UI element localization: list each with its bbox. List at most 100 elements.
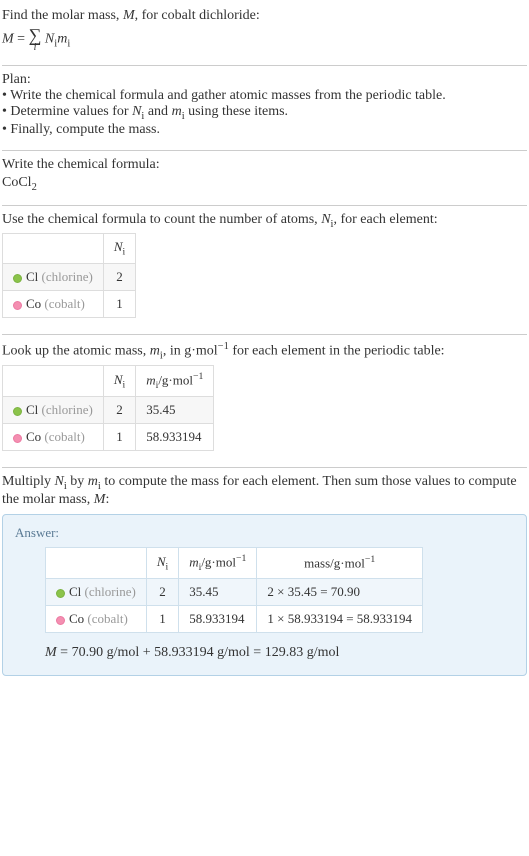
element-dot-icon bbox=[13, 407, 22, 416]
plan-section: Plan: • Write the chemical formula and g… bbox=[2, 68, 527, 148]
intro-text-b: , for cobalt dichloride: bbox=[135, 8, 260, 23]
el-name: (cobalt) bbox=[87, 611, 127, 626]
mass-text-b: , in g·mol bbox=[163, 344, 218, 359]
count-section: Use the chemical formula to count the nu… bbox=[2, 208, 527, 332]
cell-element: Co (cobalt) bbox=[3, 290, 104, 317]
hdr-Ni: i bbox=[165, 561, 168, 572]
eq-N: N bbox=[45, 32, 54, 47]
plan-b2-m: m bbox=[172, 104, 182, 119]
plan-bullet-2: • Determine values for Ni and mi using t… bbox=[2, 104, 527, 122]
hdr-Ni: i bbox=[122, 380, 125, 391]
col-mass: mass/g·mol−1 bbox=[257, 548, 423, 579]
eq-lhs: M bbox=[2, 32, 14, 47]
cell-N: 2 bbox=[103, 397, 135, 424]
hdr-mass: mass/g·mol bbox=[304, 556, 365, 571]
formula-section: Write the chemical formula: CoCl2 bbox=[2, 153, 527, 203]
mass-exp: −1 bbox=[218, 341, 229, 352]
cell-element: Cl (chlorine) bbox=[3, 263, 104, 290]
mass-text: Look up the atomic mass, mi, in g·mol−1 … bbox=[2, 341, 527, 361]
table-header-row: Ni mi/g·mol−1 mass/g·mol−1 bbox=[46, 548, 423, 579]
mass-section: Look up the atomic mass, mi, in g·mol−1 … bbox=[2, 337, 527, 465]
answer-box: Answer: Ni mi/g·mol−1 mass/g·mol−1 Cl (c… bbox=[2, 514, 527, 676]
col-element bbox=[3, 234, 104, 264]
mult-by: by bbox=[67, 474, 88, 489]
element-dot-icon bbox=[56, 589, 65, 598]
hdr-m: m bbox=[146, 373, 155, 388]
eq-equals: = bbox=[14, 32, 29, 47]
mult-a: Multiply bbox=[2, 474, 55, 489]
cell-element: Co (cobalt) bbox=[3, 424, 104, 451]
plan-b2-a: • Determine values for bbox=[2, 104, 132, 119]
final-eq: = 70.90 g/mol + 58.933194 g/mol = 129.83… bbox=[57, 645, 340, 660]
plan-b2-and: and bbox=[144, 104, 171, 119]
cell-N: 1 bbox=[103, 290, 135, 317]
final-result: M = 70.90 g/mol + 58.933194 g/mol = 129.… bbox=[45, 645, 514, 661]
table-header-row: Ni bbox=[3, 234, 136, 264]
element-dot-icon bbox=[13, 301, 22, 310]
table-row: Co (cobalt) 1 58.933194 bbox=[3, 424, 214, 451]
plan-bullet-3: • Finally, compute the mass. bbox=[2, 122, 527, 138]
hdr-unit: /g·mol bbox=[158, 373, 193, 388]
cell-N: 2 bbox=[146, 579, 178, 606]
cell-m: 35.45 bbox=[179, 579, 257, 606]
intro-equation: M = ∑i Nimi bbox=[2, 26, 527, 53]
table-header-row: Ni mi/g·mol−1 bbox=[3, 366, 214, 397]
formula-sub: 2 bbox=[32, 182, 37, 193]
table-row: Co (cobalt) 1 58.933194 1 × 58.933194 = … bbox=[46, 606, 423, 633]
el-name: (chlorine) bbox=[42, 269, 93, 284]
eq-m: m bbox=[57, 32, 67, 47]
mass-text-c: for each element in the periodic table: bbox=[229, 344, 445, 359]
count-text: Use the chemical formula to count the nu… bbox=[2, 212, 527, 230]
cell-element: Co (cobalt) bbox=[46, 606, 147, 633]
hdr-unit: /g·mol bbox=[201, 554, 236, 569]
count-text-a: Use the chemical formula to count the nu… bbox=[2, 212, 321, 227]
divider bbox=[2, 65, 527, 66]
col-element bbox=[3, 366, 104, 397]
cell-N: 1 bbox=[146, 606, 178, 633]
count-table: Ni Cl (chlorine) 2 Co (cobalt) 1 bbox=[2, 233, 136, 318]
col-N: Ni bbox=[103, 234, 135, 264]
mass-m: m bbox=[150, 344, 160, 359]
multiply-section: Multiply Ni by mi to compute the mass fo… bbox=[2, 470, 527, 680]
cell-element: Cl (chlorine) bbox=[46, 579, 147, 606]
cell-m: 58.933194 bbox=[179, 606, 257, 633]
divider bbox=[2, 205, 527, 206]
count-N: N bbox=[321, 212, 330, 227]
mult-M: M bbox=[94, 492, 106, 507]
cell-m: 58.933194 bbox=[136, 424, 214, 451]
cell-N: 1 bbox=[103, 424, 135, 451]
cell-element: Cl (chlorine) bbox=[3, 397, 104, 424]
table-row: Co (cobalt) 1 bbox=[3, 290, 136, 317]
el-name: (cobalt) bbox=[44, 296, 84, 311]
el-name: (chlorine) bbox=[42, 402, 93, 417]
col-N: Ni bbox=[146, 548, 178, 579]
mult-colon: : bbox=[105, 492, 109, 507]
plan-bullet-1: • Write the chemical formula and gather … bbox=[2, 88, 527, 104]
formula-main: CoCl bbox=[2, 175, 32, 190]
final-M: M bbox=[45, 645, 57, 660]
element-dot-icon bbox=[13, 274, 22, 283]
element-dot-icon bbox=[13, 434, 22, 443]
table-row: Cl (chlorine) 2 35.45 bbox=[3, 397, 214, 424]
el-symbol: Co bbox=[69, 611, 84, 626]
intro-text-a: Find the molar mass, bbox=[2, 8, 123, 23]
divider bbox=[2, 334, 527, 335]
plan-b2-b: using these items. bbox=[185, 104, 288, 119]
plan-heading: Plan: bbox=[2, 72, 527, 88]
multiply-text: Multiply Ni by mi to compute the mass fo… bbox=[2, 474, 527, 508]
intro-section: Find the molar mass, M , for cobalt dichl… bbox=[2, 4, 527, 63]
cell-mass: 1 × 58.933194 = 58.933194 bbox=[257, 606, 423, 633]
el-symbol: Co bbox=[26, 429, 41, 444]
hdr-unit-exp: −1 bbox=[236, 553, 246, 564]
col-m: mi/g·mol−1 bbox=[136, 366, 214, 397]
el-symbol: Cl bbox=[69, 584, 81, 599]
divider bbox=[2, 467, 527, 468]
mass-table: Ni mi/g·mol−1 Cl (chlorine) 2 35.45 Co (… bbox=[2, 365, 214, 451]
sigma-symbol: ∑i bbox=[29, 26, 42, 53]
formula-heading: Write the chemical formula: bbox=[2, 157, 527, 173]
el-symbol: Cl bbox=[26, 269, 38, 284]
answer-table: Ni mi/g·mol−1 mass/g·mol−1 Cl (chlorine)… bbox=[45, 547, 423, 633]
col-m: mi/g·mol−1 bbox=[179, 548, 257, 579]
el-symbol: Cl bbox=[26, 402, 38, 417]
mult-m: m bbox=[88, 474, 98, 489]
